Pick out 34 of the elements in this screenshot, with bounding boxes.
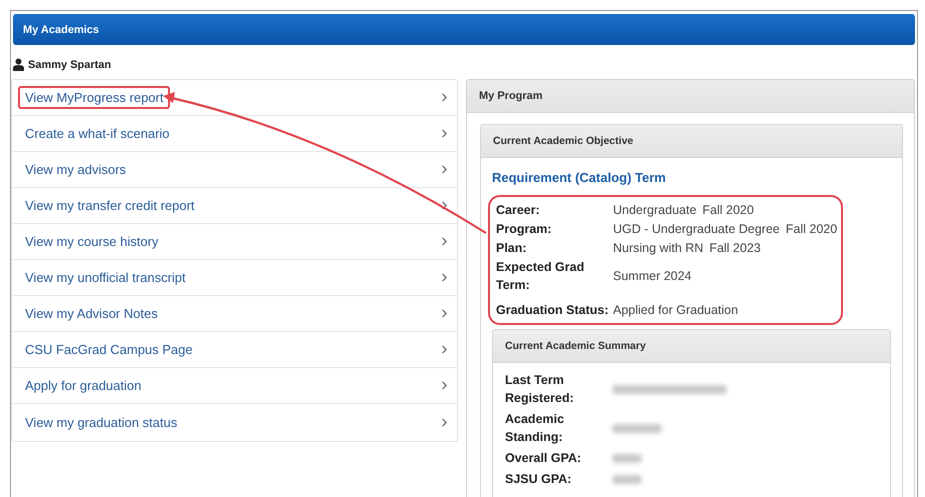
field-label: Plan: (496, 240, 528, 257)
field-value: Summer 2024 (613, 268, 693, 285)
field-value: Undergraduate Fall 2020 (613, 202, 755, 219)
field-label: SJSU GPA: (505, 471, 572, 488)
menu-link[interactable]: Create a what-if scenario (12, 116, 457, 152)
person-icon (13, 58, 24, 71)
card-title: Current Academic Summary (493, 330, 890, 363)
menu-link[interactable]: View MyProgress report (12, 80, 457, 116)
field-label: Academic Standing: (505, 411, 566, 446)
user-name: Sammy Spartan (28, 59, 112, 71)
menu-link[interactable]: View my course history (12, 224, 457, 260)
section-heading: Requirement (Catalog) Term (491, 169, 667, 185)
menu-link[interactable]: View my graduation status (12, 404, 457, 440)
menu-link[interactable]: View my Advisor Notes (12, 296, 457, 332)
blurred-value (612, 454, 642, 462)
field-label: Graduation Status: (496, 302, 610, 319)
field-label: Last Term Registered: (505, 372, 575, 407)
menu-link[interactable]: View my transfer credit report (12, 188, 457, 224)
field-value: Applied for Graduation (613, 302, 740, 319)
field-value: UGD - Undergraduate Degree Fall 2020 (613, 221, 838, 238)
blurred-value (612, 424, 662, 432)
field-label: Overall GPA: (505, 450, 582, 467)
field-value: Nursing with RN Fall 2023 (613, 240, 762, 257)
field-label: Program: (496, 221, 553, 238)
field-label: Expected Grad Term: (496, 259, 586, 294)
menu-link[interactable]: Apply for graduation (12, 368, 457, 404)
card-title: Current Academic Objective (481, 125, 902, 158)
menu-link[interactable]: View my advisors (12, 152, 457, 188)
blurred-value (612, 474, 642, 484)
menu-link[interactable]: CSU FacGrad Campus Page (12, 332, 457, 368)
menu-link[interactable]: View my unofficial transcript (12, 260, 457, 296)
field-label: Career: (496, 202, 541, 219)
panel-title: My Program (467, 80, 914, 113)
page-header: My Academics (13, 14, 915, 45)
